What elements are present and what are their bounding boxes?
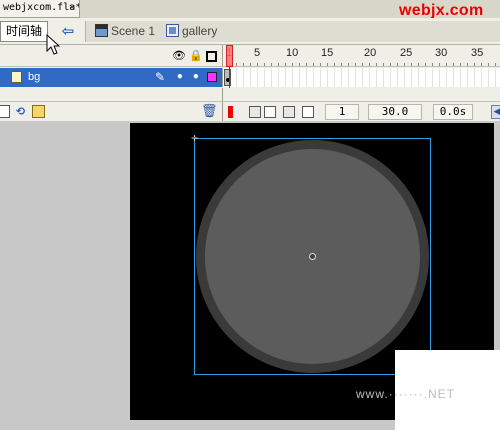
back-arrow-icon[interactable]: ⇦ (59, 24, 77, 39)
document-tab[interactable]: webjxcom.fla* ✕ (0, 0, 80, 18)
outline-icon[interactable] (206, 51, 217, 62)
playhead[interactable] (226, 45, 233, 67)
timeline-status-bar: 1 30.0 fps 0.0s ◀ (222, 101, 500, 132)
layer-icon (11, 71, 22, 83)
frame-rate-field[interactable]: 30.0 fps (368, 104, 422, 132)
pencil-icon: ✎ (155, 70, 166, 84)
edit-multiple-frames-icon[interactable] (283, 106, 295, 118)
layer-name: bg (28, 71, 41, 83)
frame-number: 30 (435, 47, 448, 59)
symbol-icon (166, 24, 179, 37)
onion-markers-icon[interactable] (302, 106, 314, 118)
frame-number: 5 (254, 47, 261, 59)
frame-number: 25 (400, 47, 413, 59)
breadcrumb: Scene 1 gallery (85, 21, 500, 42)
layer-header: 👁 🔒 (0, 45, 222, 67)
insert-folder-icon[interactable] (32, 105, 45, 118)
layer-row[interactable]: bg ✎ • • (0, 68, 222, 87)
insert-layer-icon[interactable] (0, 105, 10, 118)
mouse-cursor-icon (46, 34, 60, 55)
delete-layer-icon[interactable]: 🗑 (201, 105, 218, 118)
edit-bar: 时间轴 ⇦ Scene 1 gallery (0, 18, 500, 45)
timeline-panel: 👁 🔒 1 5 10 15 20 25 30 35 bg ✎ • • ⟲ 🗑 (0, 45, 500, 132)
layer-outline-swatch[interactable] (207, 72, 217, 82)
document-tab-strip: webjxcom.fla* ✕ webjx.com (0, 0, 500, 19)
eye-icon[interactable]: 👁 (172, 50, 186, 62)
frame-number: 15 (321, 47, 334, 59)
layer-lock-toggle[interactable]: • (192, 70, 200, 84)
layer-visibility-toggle[interactable]: • (176, 70, 184, 84)
onion-skin-icon[interactable] (249, 106, 261, 118)
center-frame-icon[interactable] (228, 106, 233, 118)
onion-skin-outlines-icon[interactable] (264, 106, 276, 118)
frame-number: 10 (286, 47, 299, 59)
breadcrumb-scene[interactable]: Scene 1 (95, 24, 155, 39)
transform-center-point[interactable] (309, 253, 316, 260)
scroll-left-icon[interactable]: ◀ (491, 105, 500, 119)
frame-area-empty (222, 88, 500, 101)
corner-watermark: www.·······.NET (356, 387, 455, 401)
breadcrumb-scene-label: Scene 1 (111, 24, 156, 38)
frame-row[interactable] (222, 68, 500, 87)
breadcrumb-symbol-label: gallery (182, 24, 218, 38)
elapsed-time-field: 0.0s (433, 104, 473, 120)
frame-number: 35 (471, 47, 484, 59)
layer-list-empty (0, 88, 222, 101)
timeline-toggle-button[interactable]: 时间轴 (0, 21, 48, 42)
frame-ruler[interactable]: 1 5 10 15 20 25 30 35 (222, 45, 500, 67)
registration-point-icon: ✛ (191, 134, 198, 143)
current-frame-field: 1 (325, 104, 359, 120)
clapper-icon (95, 24, 108, 37)
lock-icon[interactable]: 🔒 (189, 50, 203, 62)
layer-toolbar: ⟲ 🗑 (0, 101, 222, 121)
frame-number: 20 (364, 47, 377, 59)
add-motion-guide-icon[interactable]: ⟲ (14, 105, 27, 118)
breadcrumb-symbol[interactable]: gallery (166, 24, 217, 39)
close-icon[interactable]: ✕ (66, 2, 78, 14)
